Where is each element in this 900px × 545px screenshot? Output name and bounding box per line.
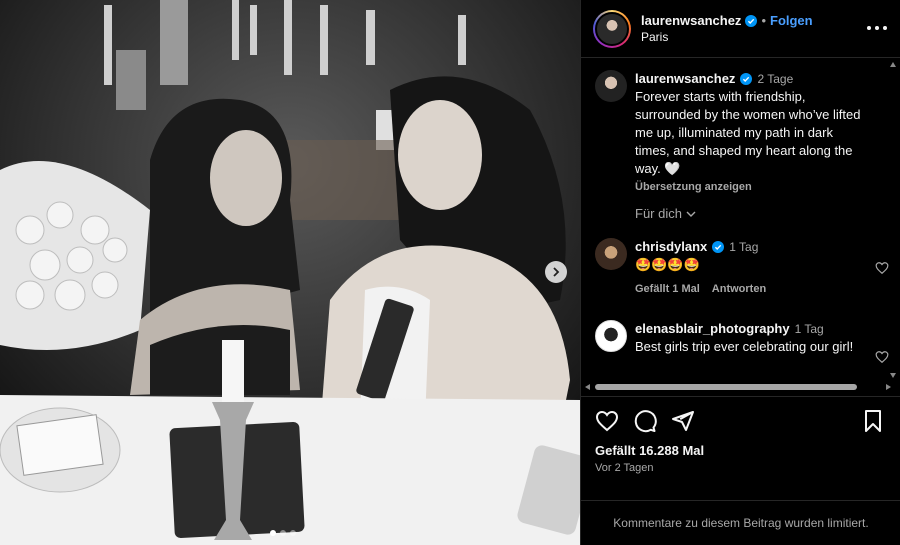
comment-item: chrisdylanx 1 Tag 🤩🤩🤩🤩 Gefällt 1 Mal Ant… [595,238,887,298]
separator: • [761,13,766,28]
post-image[interactable] [0,0,580,545]
chevron-down-icon [686,211,696,217]
comment-text: 🤩🤩🤩🤩 [635,257,700,272]
photo-scene [0,0,580,545]
comments-section[interactable]: laurenwsanchez 2 Tage Forever starts wit… [581,58,900,380]
carousel-dot [290,530,296,536]
caption-text: Forever starts with friendship, surround… [635,89,861,176]
comment-likes[interactable]: Gefällt 1 Mal [635,280,700,298]
reply-button[interactable]: Antworten [712,280,766,298]
author-avatar[interactable] [593,9,631,48]
for-you-toggle[interactable]: Für dich [635,206,696,221]
post-timestamp[interactable]: Vor 2 Tagen [595,462,654,474]
likes-count[interactable]: Gefällt 16.288 Mal [595,443,704,458]
comments-limited-text: Kommentare zu diesem Beitrag wurden limi… [613,516,869,530]
verified-badge-icon [745,14,758,27]
author-username[interactable]: laurenwsanchez [641,13,741,28]
post-panel: laurenwsanchez • Folgen Paris laurenwsan… [580,0,900,545]
share-icon[interactable] [671,409,695,433]
comment-username[interactable]: chrisdylanx [635,238,707,256]
carousel-dot [270,530,276,536]
post-location[interactable]: Paris [641,30,813,44]
heart-icon[interactable] [875,350,889,364]
carousel-dots [270,530,296,536]
caption-username[interactable]: laurenwsanchez [635,70,735,88]
horizontal-scrollbar[interactable] [585,382,891,392]
post-actions: Gefällt 16.288 Mal Vor 2 Tagen [581,396,900,510]
comment-time: 1 Tag [794,322,824,336]
caption-item: laurenwsanchez 2 Tage Forever starts wit… [595,70,887,196]
comment-text: Best girls trip ever celebrating our gir… [635,339,854,354]
comments-limited-footer: Kommentare zu diesem Beitrag wurden limi… [581,500,900,545]
more-options-icon[interactable] [867,20,887,36]
comment-time: 1 Tag [729,240,759,254]
verified-badge-icon [740,73,753,85]
caption-time: 2 Tage [757,72,794,86]
heart-icon[interactable] [875,261,889,275]
heart-icon[interactable] [595,409,619,433]
comment-username[interactable]: elenasblair_photography [635,320,790,338]
chevron-right-icon [553,267,560,277]
comments-scrollbar[interactable] [890,62,896,378]
carousel-dot [280,530,286,536]
caption-avatar[interactable] [595,70,627,102]
next-image-button[interactable] [545,261,567,283]
save-icon[interactable] [861,409,885,433]
comment-avatar[interactable] [595,238,627,270]
follow-button[interactable]: Folgen [770,13,813,28]
translate-link[interactable]: Übersetzung anzeigen [635,178,865,196]
comment-avatar[interactable] [595,320,627,352]
for-you-label: Für dich [635,206,682,221]
comment-icon[interactable] [633,409,657,433]
verified-badge-icon [712,241,725,253]
post-header: laurenwsanchez • Folgen Paris [581,0,900,58]
comment-item: elenasblair_photography 1 Tag Best girls… [595,320,887,356]
